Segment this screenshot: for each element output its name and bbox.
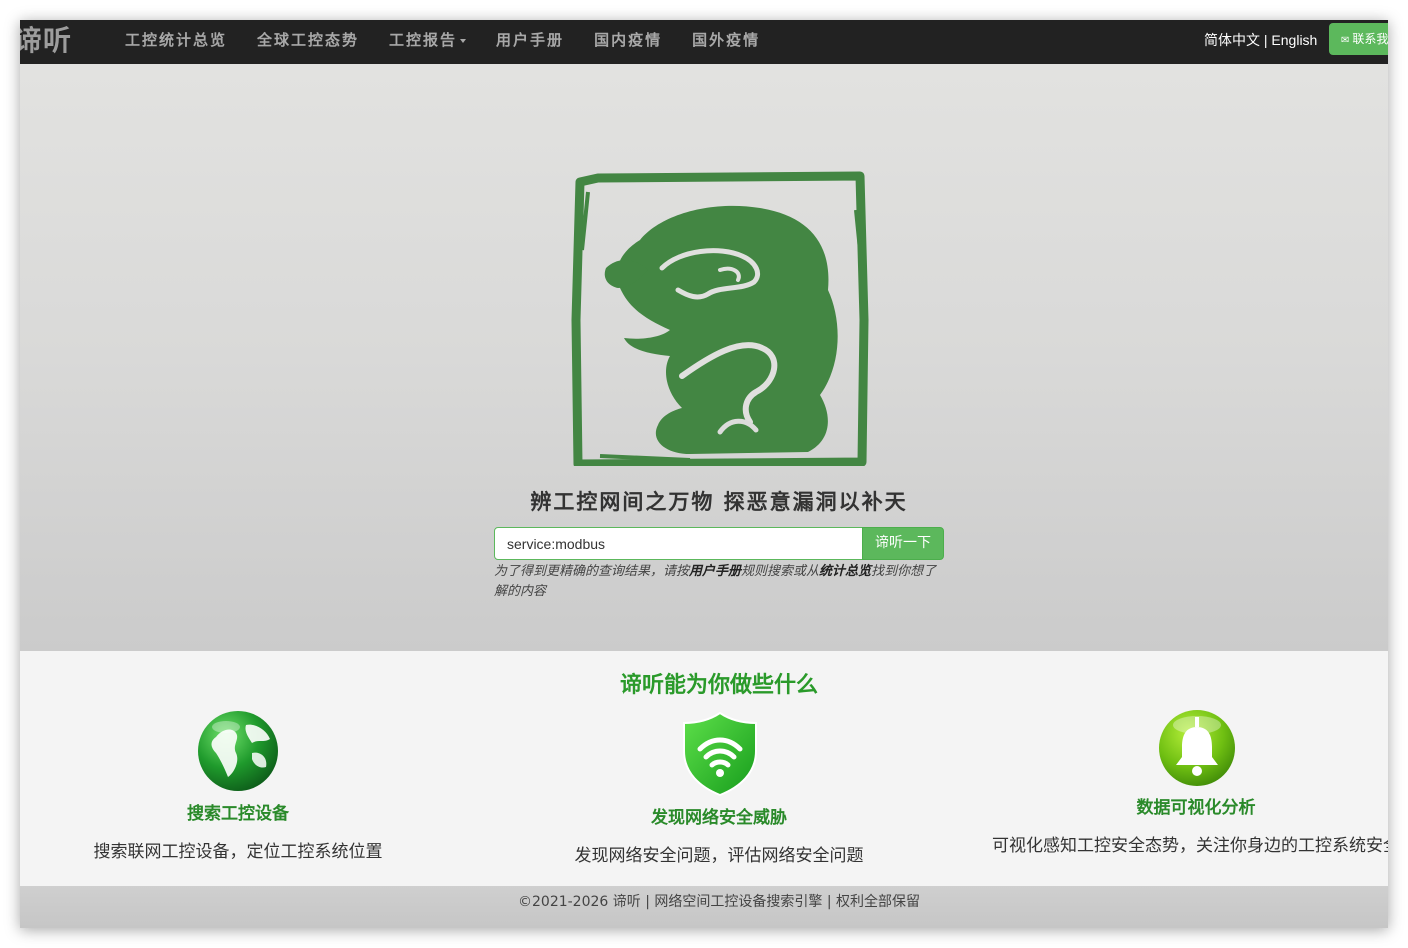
wifi-shield-icon [683,711,757,797]
footer-copyright: ©2021-2026 谛听 | 网络空间工控设备搜索引擎 | 权利全部保留 [518,894,920,910]
nav-link-foreign-epidemic[interactable]: 国外疫情 [677,20,775,64]
browser-viewport: 谛听 工控统计总览 全球工控态势 工控报告 用户手册 国内疫情 国外疫情 简体中… [20,20,1388,928]
features-title: 谛听能为你做些什么 [619,673,818,698]
contact-button-label: 联系我们 [1352,32,1388,46]
language-switcher: 简体中文 | English [1204,20,1317,60]
feature-title: 发现网络安全威胁 [651,808,787,828]
envelope-icon: ✉ [1341,35,1350,46]
bell-icon [1159,710,1235,786]
nav-link-reports-label: 工控报告 [389,31,458,49]
feature-desc: 可视化感知工控安全态势，关注你身边的工控系统安全 [992,836,1388,856]
feature-search-devices: 搜索工控设备 搜索联网工控设备，定位工控系统位置 [68,707,408,877]
nav-link-global-situation[interactable]: 全球工控态势 [242,20,374,64]
lang-separator: | [1260,32,1272,48]
hint-middle: 规则搜索或从 [741,564,820,579]
nav-menu: 工控统计总览 全球工控态势 工控报告 用户手册 国内疫情 国外疫情 [110,20,775,64]
feature-discover-threats: 发现网络安全威胁 发现网络安全问题，评估网络安全问题 [520,711,918,881]
hero-slogan: 辨工控网间之万物 探恶意漏洞以补天 [530,489,908,514]
search-button[interactable]: 谛听一下 [862,527,944,560]
caret-down-icon [460,39,467,43]
page-footer: ©2021-2026 谛听 | 网络空间工控设备搜索引擎 | 权利全部保留 [20,886,1388,928]
lang-zh-link[interactable]: 简体中文 [1204,32,1260,48]
feature-title: 数据可视化分析 [1136,798,1256,818]
hint-link-stats-overview[interactable]: 统计总览 [819,564,871,579]
hero-section: 辨工控网间之万物 探恶意漏洞以补天 谛听一下 为了得到更精确的查询结果，请按用户… [20,64,1388,651]
hint-link-user-manual[interactable]: 用户手册 [689,564,741,579]
contact-button[interactable]: ✉联系我们 [1329,23,1388,55]
brand-logo[interactable]: 谛听 [20,23,72,59]
search-bar: 谛听一下 [494,527,945,560]
lang-en-link[interactable]: English [1271,32,1317,48]
features-section: 谛听能为你做些什么 搜索工控设备 搜索联网工控设备，定位工控系统位置 发现网络安… [20,651,1388,886]
nav-link-reports-dropdown[interactable]: 工控报告 [374,20,481,64]
feature-title: 搜索工控设备 [187,804,289,824]
feature-desc: 发现网络安全问题，评估网络安全问题 [574,846,864,866]
nav-link-stats-overview[interactable]: 工控统计总览 [110,20,242,64]
search-hint: 为了得到更精确的查询结果，请按用户手册规则搜索或从统计总览找到你想了解的内容 [494,562,949,602]
nav-link-user-manual[interactable]: 用户手册 [481,20,579,64]
nav-link-domestic-epidemic[interactable]: 国内疫情 [579,20,677,64]
beast-seal-logo [571,171,869,466]
globe-icon [198,711,278,791]
hint-prefix: 为了得到更精确的查询结果，请按 [494,564,690,579]
feature-desc: 搜索联网工控设备，定位工控系统位置 [93,842,383,862]
search-input[interactable] [494,527,863,560]
feature-visualization: 数据可视化分析 可视化感知工控安全态势，关注你身边的工控系统安全 [976,707,1388,877]
top-navbar: 谛听 工控统计总览 全球工控态势 工控报告 用户手册 国内疫情 国外疫情 简体中… [20,20,1388,65]
